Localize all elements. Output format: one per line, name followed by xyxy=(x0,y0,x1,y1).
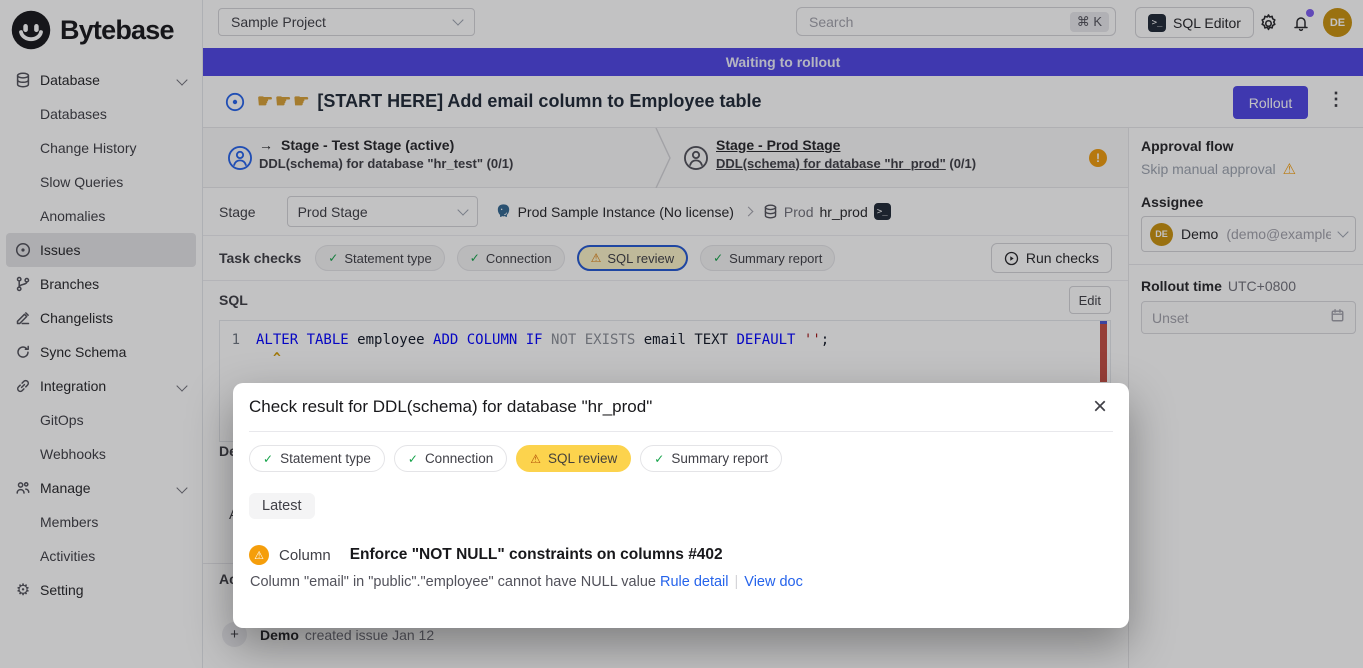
link-separator: | xyxy=(735,574,739,590)
latest-badge: Latest xyxy=(249,493,315,519)
check-pass-icon: ✓ xyxy=(408,452,418,466)
modal-divider xyxy=(249,431,1113,432)
check-pill-sql-review[interactable]: ⚠ SQL review xyxy=(516,445,631,472)
check-pill-summary-report[interactable]: ✓ Summary report xyxy=(640,445,782,472)
bytebase-issue-page: Bytebase Database Databases Change Histo… xyxy=(0,0,1363,668)
warning-triangle-icon: ⚠ xyxy=(530,452,541,466)
finding-category: Column xyxy=(279,547,331,564)
warning-circle-icon: ⚠ xyxy=(249,545,269,565)
check-pill-connection[interactable]: ✓ Connection xyxy=(394,445,507,472)
check-pass-icon: ✓ xyxy=(654,452,664,466)
finding-detail-text: Column "email" in "public"."employee" ca… xyxy=(250,574,656,590)
check-pill-statement-type[interactable]: ✓ Statement type xyxy=(249,445,385,472)
finding-row: ⚠ Column Enforce "NOT NULL" constraints … xyxy=(249,545,1113,565)
modal-check-pills: ✓Statement type ✓Connection ⚠SQL review … xyxy=(249,445,1113,472)
close-icon[interactable]: × xyxy=(1093,397,1107,417)
finding-rule-title: Enforce "NOT NULL" constraints on column… xyxy=(350,546,723,564)
finding-detail: Column "email" in "public"."employee" ca… xyxy=(249,574,1113,590)
pill-label: Summary report xyxy=(671,451,768,466)
pill-label: Connection xyxy=(425,451,493,466)
rule-detail-link[interactable]: Rule detail xyxy=(660,574,729,590)
check-result-modal: Check result for DDL(schema) for databas… xyxy=(233,383,1129,628)
pill-label: SQL review xyxy=(548,451,617,466)
view-doc-link[interactable]: View doc xyxy=(744,574,803,590)
modal-title: Check result for DDL(schema) for databas… xyxy=(249,397,652,417)
pill-label: Statement type xyxy=(280,451,371,466)
modal-header: Check result for DDL(schema) for databas… xyxy=(249,397,1113,417)
check-pass-icon: ✓ xyxy=(263,452,273,466)
